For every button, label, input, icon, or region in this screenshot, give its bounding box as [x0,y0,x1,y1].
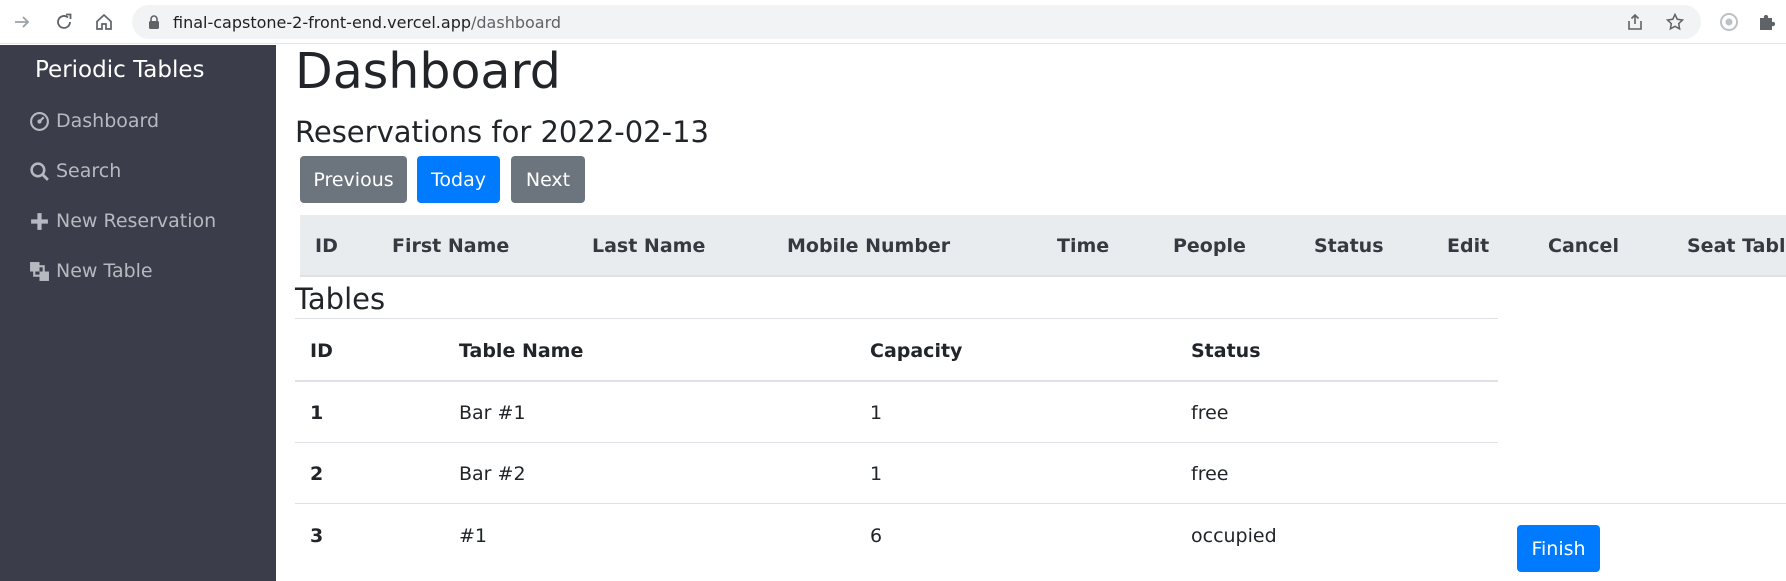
column-header: Cancel [1548,235,1619,257]
sidebar-item-label: New Reservation [56,210,217,232]
address-bar[interactable]: final-capstone-2-front-end.vercel.app/da… [132,5,1701,39]
table-row-id: 3 [310,525,324,547]
finish-button[interactable]: Finish [1517,525,1600,572]
home-icon[interactable] [91,9,117,35]
layers-icon [28,260,50,282]
reload-icon[interactable] [51,9,77,35]
table-divider [295,503,1786,504]
sidebar-item-label: Dashboard [56,110,160,132]
search-icon [28,160,50,182]
puzzle-icon[interactable] [1756,11,1778,33]
table-row-status: occupied [1191,525,1277,547]
column-header: Status [1314,235,1384,257]
column-header: Time [1057,235,1110,257]
star-icon[interactable] [1665,12,1685,32]
url-path: /dashboard [471,13,562,32]
reservations-date-heading: Reservations for 2022-02-13 [295,115,710,149]
lock-icon [149,15,159,29]
table-divider [295,318,1498,319]
table-row-capacity: 6 [870,525,883,547]
column-header: Last Name [592,235,706,257]
sidebar-item-dashboard[interactable]: Dashboard [28,106,159,136]
column-header: First Name [392,235,510,257]
url-text: final-capstone-2-front-end.vercel.app/da… [173,13,561,32]
sidebar-item-search[interactable]: Search [28,156,121,186]
table-row-status: free [1191,463,1229,485]
column-header: People [1173,235,1246,257]
table-row-id: 1 [310,402,324,424]
table-row-status: free [1191,402,1229,424]
column-header: Mobile Number [787,235,951,257]
table-divider [295,380,1498,382]
sidebar: Periodic Tables Dashboard Search New Res… [0,45,276,581]
main-content: Dashboard Reservations for 2022-02-13 Pr… [276,43,1786,581]
tables-heading: Tables [295,282,386,316]
brand-title[interactable]: Periodic Tables [35,57,205,83]
today-button[interactable]: Today [417,156,500,203]
column-header: ID [315,235,338,257]
browser-toolbar: final-capstone-2-front-end.vercel.app/da… [0,0,1786,44]
plus-icon [28,210,50,232]
table-row-name: #1 [459,525,488,547]
extension-icon[interactable] [1718,11,1740,33]
column-header: Seat Table [1687,235,1786,257]
forward-arrow-icon[interactable] [9,9,35,35]
sidebar-item-label: New Table [56,260,153,282]
reservations-table-header: ID First Name Last Name Mobile Number Ti… [300,215,1786,277]
url-host: final-capstone-2-front-end.vercel.app [173,13,471,32]
table-row-id: 2 [310,463,324,485]
next-button[interactable]: Next [511,156,585,203]
sidebar-item-new-reservation[interactable]: New Reservation [28,206,216,236]
table-row-capacity: 1 [870,463,883,485]
page-title: Dashboard [295,43,561,100]
previous-button[interactable]: Previous [300,156,407,203]
sidebar-item-new-table[interactable]: New Table [28,256,153,286]
dashboard-icon [28,110,50,132]
table-row-capacity: 1 [870,402,883,424]
column-header: Table Name [459,340,584,362]
column-header: Capacity [870,340,963,362]
sidebar-item-label: Search [56,160,122,182]
table-row-name: Bar #2 [459,463,526,485]
column-header: Status [1191,340,1261,362]
share-icon[interactable] [1625,12,1645,32]
column-header: ID [310,340,333,362]
table-row-name: Bar #1 [459,402,526,424]
column-header: Edit [1447,235,1490,257]
table-divider [295,442,1498,443]
